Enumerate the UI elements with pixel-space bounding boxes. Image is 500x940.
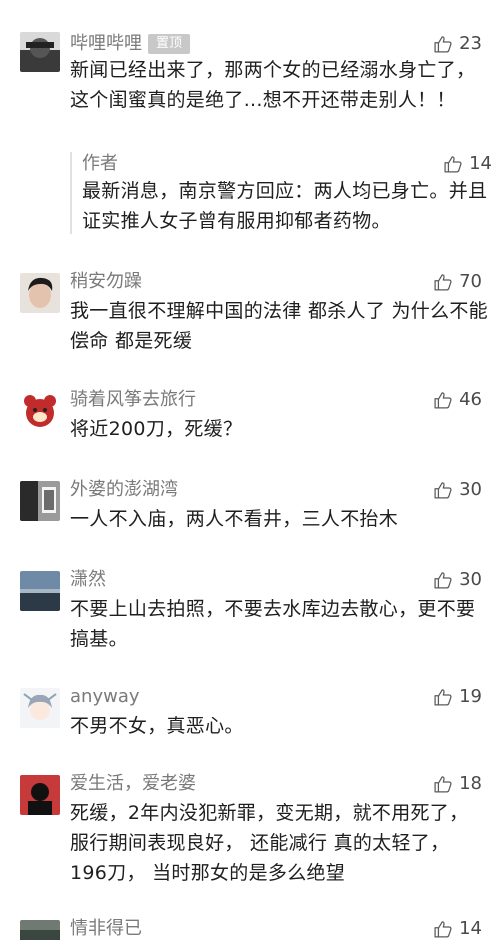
reply-block: 作者 14 最新消息，南京警方回应：两人均已身亡。并且证实推人女子曾有服用抑郁者… bbox=[70, 152, 492, 234]
like-count: 14 bbox=[459, 918, 482, 939]
comment-text: 一人不入庙，两人不看井，三人不抬木 bbox=[70, 508, 399, 530]
thumbs-up-icon bbox=[433, 272, 453, 292]
like-count: 30 bbox=[459, 479, 482, 500]
username[interactable]: 稍安勿躁 bbox=[70, 270, 142, 294]
username[interactable]: 外婆的澎湖湾 bbox=[70, 478, 178, 502]
comment-item: anyway 19 不男不女，真恶心。 bbox=[0, 683, 500, 763]
comment-text: 不男不女，真恶心。 bbox=[70, 715, 244, 737]
username[interactable]: 骑着风筝去旅行 bbox=[70, 388, 196, 412]
comment-text: 不要上山去拍照，不要去水库边去散心，更不要搞基。 bbox=[70, 598, 476, 650]
username[interactable]: 爱生活，爱老婆 bbox=[70, 772, 196, 796]
avatar[interactable] bbox=[20, 32, 60, 72]
like-count: 70 bbox=[459, 271, 482, 292]
avatar[interactable] bbox=[20, 391, 60, 431]
avatar[interactable] bbox=[20, 920, 60, 940]
like-button[interactable]: 19 bbox=[433, 685, 482, 709]
username-text[interactable]: 哔哩哔哩 bbox=[70, 33, 142, 54]
thumbs-up-icon bbox=[433, 480, 453, 500]
comment-item: 外婆的澎湖湾 30 一人不入庙，两人不看井，三人不抬木 bbox=[0, 476, 500, 556]
comment-item: 爱生活，爱老婆 18 死缓，2年内没犯新罪，变无期，就不用死了， 服行期间表现良… bbox=[0, 770, 500, 900]
comment-text: 我一直很不理解中国的法律 都杀人了 为什么不能偿命 都是死缓 bbox=[70, 300, 488, 352]
comment-text: 死缓，2年内没犯新罪，变无期，就不用死了， 服行期间表现良好， 还能减行 真的太… bbox=[70, 802, 469, 884]
avatar[interactable] bbox=[20, 273, 60, 313]
thumbs-up-icon bbox=[433, 570, 453, 590]
comment-text: 将近200刀，死缓？ bbox=[70, 418, 243, 440]
comment-item: 稍安勿躁 70 我一直很不理解中国的法律 都杀人了 为什么不能偿命 都是死缓 bbox=[0, 268, 500, 363]
thumbs-up-icon bbox=[433, 34, 453, 54]
like-count: 18 bbox=[459, 773, 482, 794]
like-button[interactable]: 30 bbox=[433, 568, 482, 592]
reply-text: 最新消息，南京警方回应：两人均已身亡。并且证实推人女子曾有服用抑郁者药物。 bbox=[82, 180, 488, 232]
avatar[interactable] bbox=[20, 571, 60, 611]
avatar[interactable] bbox=[20, 775, 60, 815]
avatar[interactable] bbox=[20, 688, 60, 728]
like-button[interactable]: 30 bbox=[433, 478, 482, 502]
username[interactable]: 情非得已 bbox=[70, 917, 142, 940]
like-button[interactable]: 18 bbox=[433, 772, 482, 796]
like-button[interactable]: 70 bbox=[433, 270, 482, 294]
avatar[interactable] bbox=[20, 481, 60, 521]
like-count: 14 bbox=[469, 153, 492, 174]
like-button[interactable]: 14 bbox=[433, 917, 482, 940]
thumbs-up-icon bbox=[433, 687, 453, 707]
thumbs-up-icon bbox=[443, 154, 463, 174]
comment-text: 新闻已经出来了，那两个女的已经溺水身亡了，这个闺蜜真的是绝了...想不开还带走别… bbox=[70, 59, 476, 111]
username[interactable]: 哔哩哔哩 置顶 bbox=[70, 32, 191, 56]
thumbs-up-icon bbox=[433, 774, 453, 794]
username[interactable]: 潇然 bbox=[70, 568, 106, 592]
like-count: 23 bbox=[459, 33, 482, 54]
like-count: 19 bbox=[459, 686, 482, 707]
pinned-badge: 置顶 bbox=[148, 34, 191, 54]
like-count: 46 bbox=[459, 389, 482, 410]
like-count: 30 bbox=[459, 569, 482, 590]
reply-like-button[interactable]: 14 bbox=[443, 152, 492, 176]
thumbs-up-icon bbox=[433, 919, 453, 939]
like-button[interactable]: 23 bbox=[433, 32, 482, 56]
comment-item: 情非得已 14 bbox=[0, 915, 500, 940]
username[interactable]: anyway bbox=[70, 685, 140, 709]
comment-item: 哔哩哔哩 置顶 23 新闻已经出来了，那两个女的已经溺水身亡了，这个闺蜜真的是绝了… bbox=[0, 0, 500, 250]
thumbs-up-icon bbox=[433, 390, 453, 410]
like-button[interactable]: 46 bbox=[433, 388, 482, 412]
comment-item: 骑着风筝去旅行 46 将近200刀，死缓？ bbox=[0, 386, 500, 466]
comment-item: 潇然 30 不要上山去拍照，不要去水库边去散心，更不要搞基。 bbox=[0, 566, 500, 666]
reply-username[interactable]: 作者 bbox=[82, 152, 118, 176]
